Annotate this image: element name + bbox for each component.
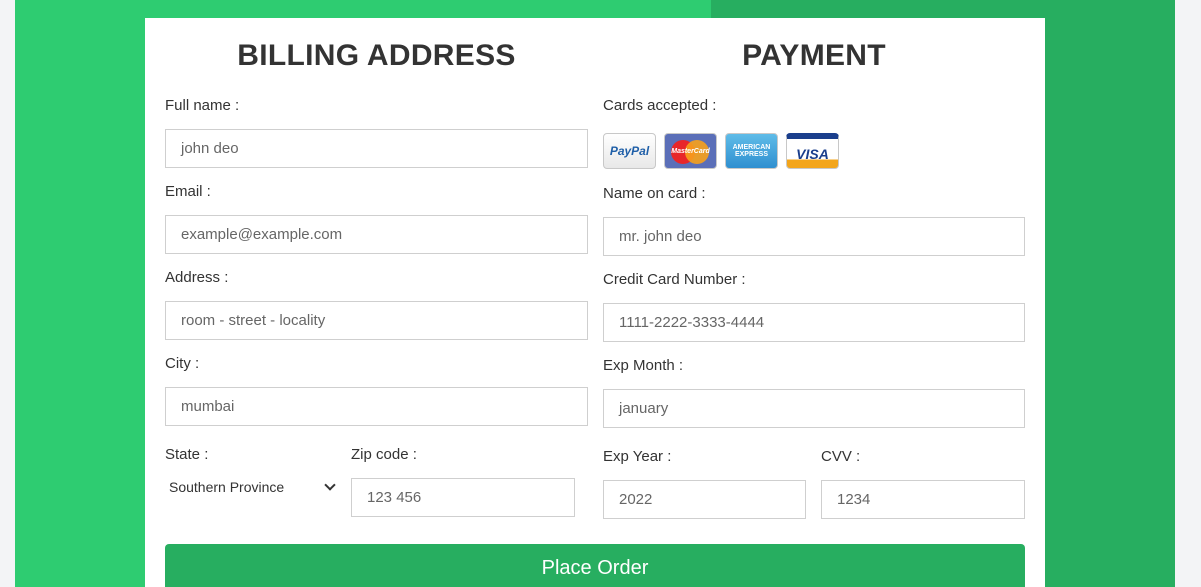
payment-section: PAYMENT Cards accepted : PayPal MasterCa… xyxy=(603,18,1025,519)
paypal-icon: PayPal xyxy=(603,133,656,169)
chevron-down-icon xyxy=(324,478,336,491)
state-select[interactable]: Southern Province xyxy=(165,467,340,506)
state-label: State : xyxy=(165,446,209,463)
email-label: Email : xyxy=(165,183,211,200)
state-select-value: Southern Province xyxy=(169,478,285,495)
exp-month-input[interactable]: january xyxy=(603,389,1025,428)
address-input[interactable]: room - street - locality xyxy=(165,301,588,340)
city-input[interactable]: mumbai xyxy=(165,387,588,426)
full-name-input[interactable]: john deo xyxy=(165,129,588,168)
cards-accepted-label: Cards accepted : xyxy=(603,97,717,114)
amex-icon: AMERICAN EXPRESS xyxy=(725,133,778,169)
address-label: Address : xyxy=(165,269,229,286)
full-name-label: Full name : xyxy=(165,97,240,114)
city-label: City : xyxy=(165,355,200,372)
exp-year-label: Exp Year : xyxy=(603,448,672,465)
place-order-button[interactable]: Place Order xyxy=(165,544,1025,587)
zip-input[interactable]: 123 456 xyxy=(351,478,575,517)
cvv-label: CVV : xyxy=(821,448,861,465)
card-number-label: Credit Card Number : xyxy=(603,271,746,288)
exp-year-input[interactable]: 2022 xyxy=(603,480,806,519)
exp-month-label: Exp Month : xyxy=(603,357,684,374)
cvv-input[interactable]: 1234 xyxy=(821,480,1025,519)
payment-title: PAYMENT xyxy=(742,39,886,72)
name-on-card-input[interactable]: mr. john deo xyxy=(603,217,1025,256)
name-on-card-label: Name on card : xyxy=(603,185,706,202)
email-input[interactable]: example@example.com xyxy=(165,215,588,254)
visa-icon: VISA xyxy=(786,133,839,169)
billing-title: BILLING ADDRESS xyxy=(237,39,516,72)
billing-section: BILLING ADDRESS Full name : john deo Ema… xyxy=(165,18,588,517)
mastercard-icon: MasterCard xyxy=(664,133,717,169)
checkout-form: BILLING ADDRESS Full name : john deo Ema… xyxy=(145,18,1045,587)
zip-label: Zip code : xyxy=(351,446,417,463)
accepted-cards: PayPal MasterCard AMERICAN EXPRESS VISA xyxy=(603,133,839,169)
card-number-input[interactable]: 1111-2222-3333-4444 xyxy=(603,303,1025,342)
